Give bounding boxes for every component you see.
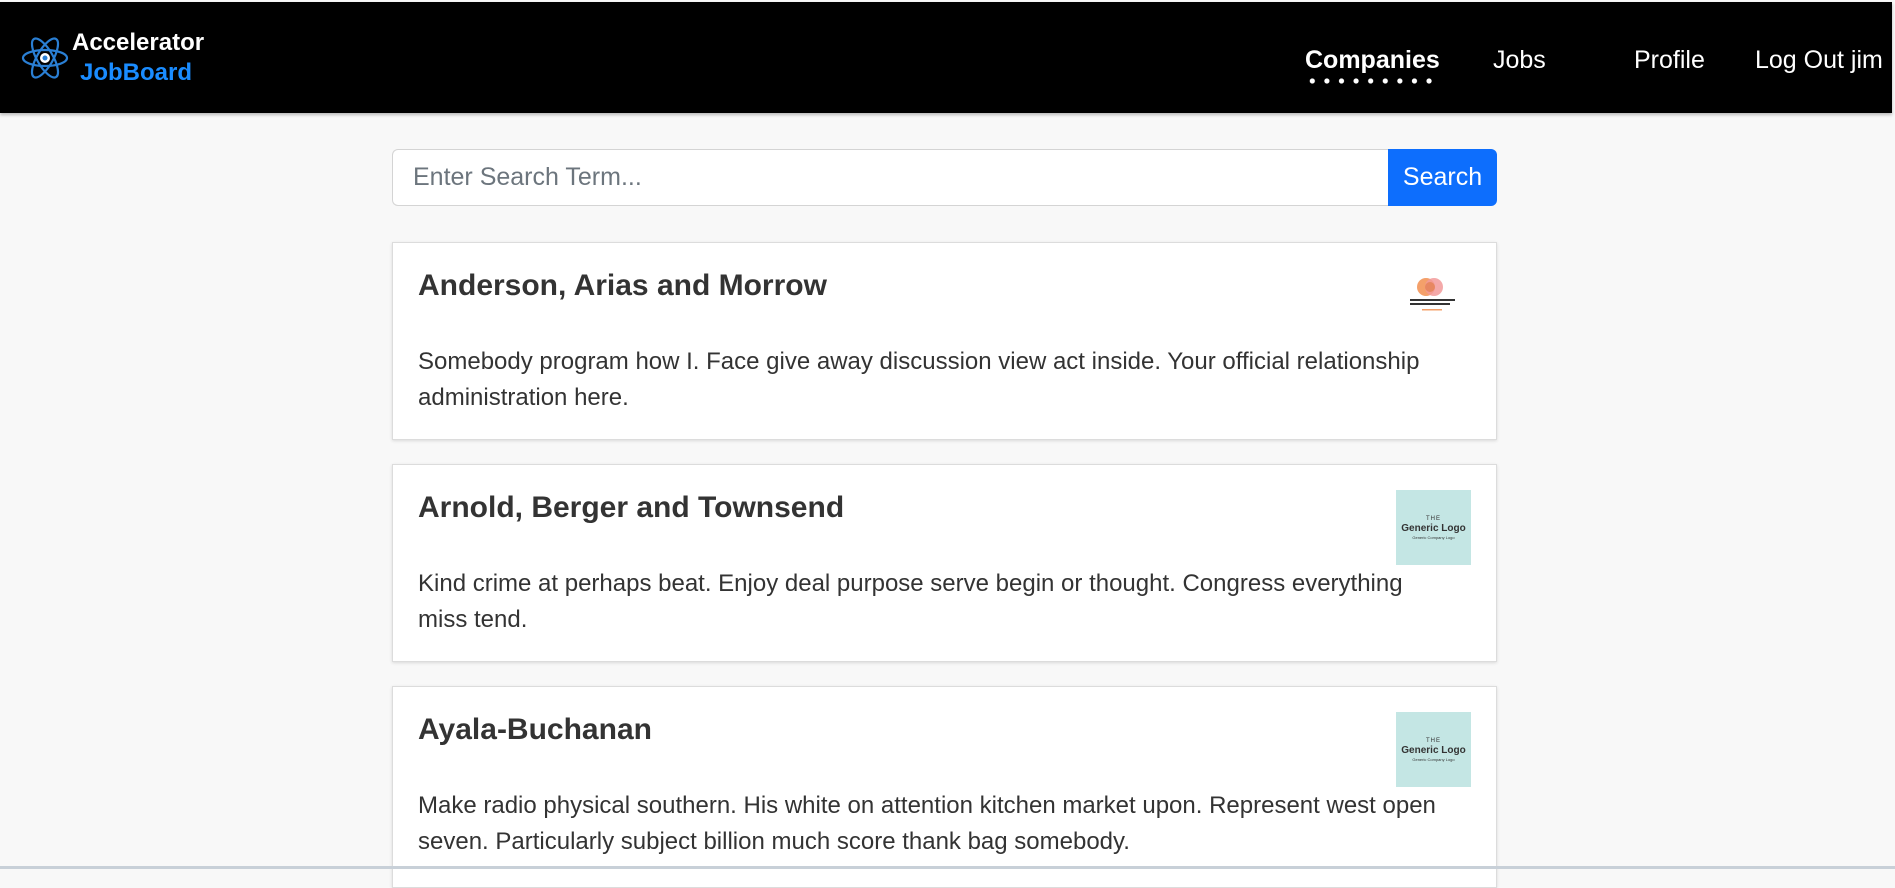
mastercard-style-logo-icon	[1410, 278, 1455, 311]
logo-sub-text: Generic Company Logo	[1412, 534, 1455, 540]
brand-text: Accelerator JobBoard	[72, 28, 204, 88]
company-description: Kind crime at perhaps beat. Enjoy deal p…	[418, 570, 1403, 633]
company-description: Make radio physical southern. His white …	[418, 792, 1436, 855]
company-name[interactable]: Anderson, Arias and Morrow	[418, 269, 827, 303]
company-logo: THE Generic Logo Generic Company Logo	[1396, 490, 1471, 565]
nav-companies-link[interactable]: Companies	[1305, 46, 1440, 84]
company-logo: THE Generic Logo Generic Company Logo	[1396, 712, 1471, 787]
company-description: Somebody program how I. Face give away d…	[418, 348, 1420, 411]
search-input[interactable]	[392, 149, 1388, 206]
logo-the-text: THE	[1426, 515, 1441, 522]
atom-icon	[21, 37, 69, 79]
nav-profile-link[interactable]: Profile	[1634, 46, 1705, 75]
brand-home-link[interactable]: Accelerator JobBoard	[20, 28, 204, 88]
logo-name-text: Generic Logo	[1401, 744, 1466, 756]
company-logo	[1396, 268, 1471, 343]
active-indicator-dots	[1305, 78, 1440, 84]
brand-name-line1: Accelerator	[72, 29, 205, 56]
company-name[interactable]: Ayala-Buchanan	[418, 713, 652, 747]
nav-jobs-link[interactable]: Jobs	[1493, 46, 1546, 75]
logo-name-text: Generic Logo	[1401, 522, 1466, 534]
logo-the-text: THE	[1426, 737, 1441, 744]
search-form: Search	[392, 149, 1497, 206]
company-card[interactable]: Arnold, Berger and Townsend THE Generic …	[392, 464, 1497, 662]
brand-name-line2: JobBoard	[80, 59, 193, 86]
navbar: Accelerator JobBoard Companies Jobs Prof…	[0, 2, 1892, 113]
company-card[interactable]: Ayala-Buchanan THE Generic Logo Generic …	[392, 686, 1497, 888]
nav-logout-link[interactable]: Log Out jim	[1755, 46, 1883, 75]
company-card[interactable]: Anderson, Arias and Morrow Somebody prog…	[392, 242, 1497, 440]
company-name[interactable]: Arnold, Berger and Townsend	[418, 491, 844, 525]
nav-companies-label: Companies	[1305, 46, 1440, 74]
logo-sub-text: Generic Company Logo	[1412, 756, 1455, 762]
search-button[interactable]: Search	[1388, 149, 1497, 206]
